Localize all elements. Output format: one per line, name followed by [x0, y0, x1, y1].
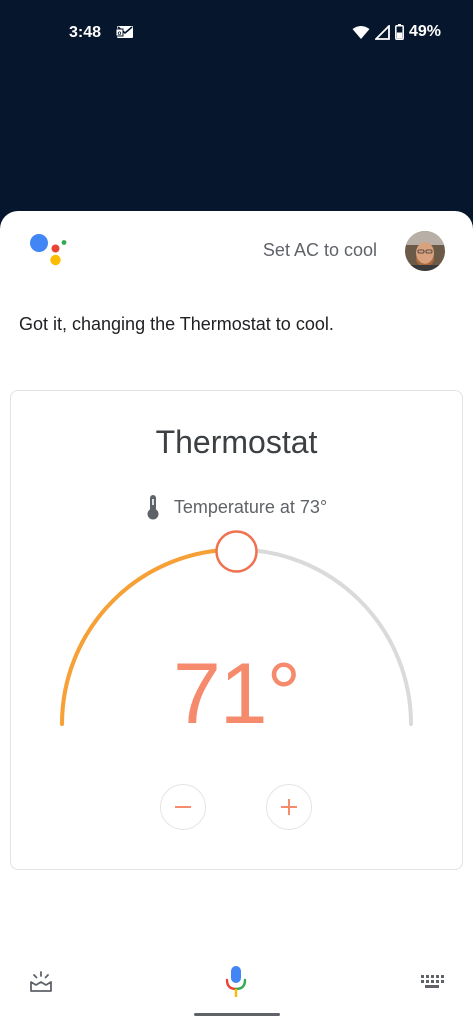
dial-thumb[interactable]: [215, 530, 258, 573]
minus-icon: [175, 806, 191, 808]
cellular-signal-icon: [374, 24, 390, 40]
avatar[interactable]: [405, 231, 445, 271]
user-query: Set AC to cool: [262, 240, 377, 260]
avatar-image: [405, 231, 445, 271]
mic-icon[interactable]: [224, 964, 248, 1000]
home-indicator[interactable]: [194, 1013, 280, 1016]
setpoint-temperature: 71°: [172, 646, 301, 742]
mail-notification-icon: o: [116, 26, 133, 38]
battery-percent: 49%: [408, 23, 441, 40]
status-bar: 3:48 o 49%: [0, 0, 473, 66]
assistant-response: Got it, changing the Thermostat to cool.: [19, 314, 334, 334]
status-time: 3:48: [69, 24, 102, 41]
card-title: Thermostat: [155, 424, 318, 460]
ambient-temperature: Temperature at 73°: [0, 494, 473, 520]
keyboard-icon[interactable]: [420, 974, 444, 990]
ambient-temperature-text: Temperature at 73°: [173, 496, 328, 517]
plus-icon: [281, 799, 297, 815]
wifi-icon: [352, 25, 370, 39]
decrease-temperature-button[interactable]: [160, 784, 206, 830]
thermometer-icon: [147, 495, 159, 520]
battery-icon: [395, 24, 404, 40]
explore-icon[interactable]: [29, 970, 53, 994]
google-assistant-logo: [30, 234, 67, 266]
increase-temperature-button[interactable]: [266, 784, 312, 830]
svg-text:o: o: [118, 31, 122, 37]
